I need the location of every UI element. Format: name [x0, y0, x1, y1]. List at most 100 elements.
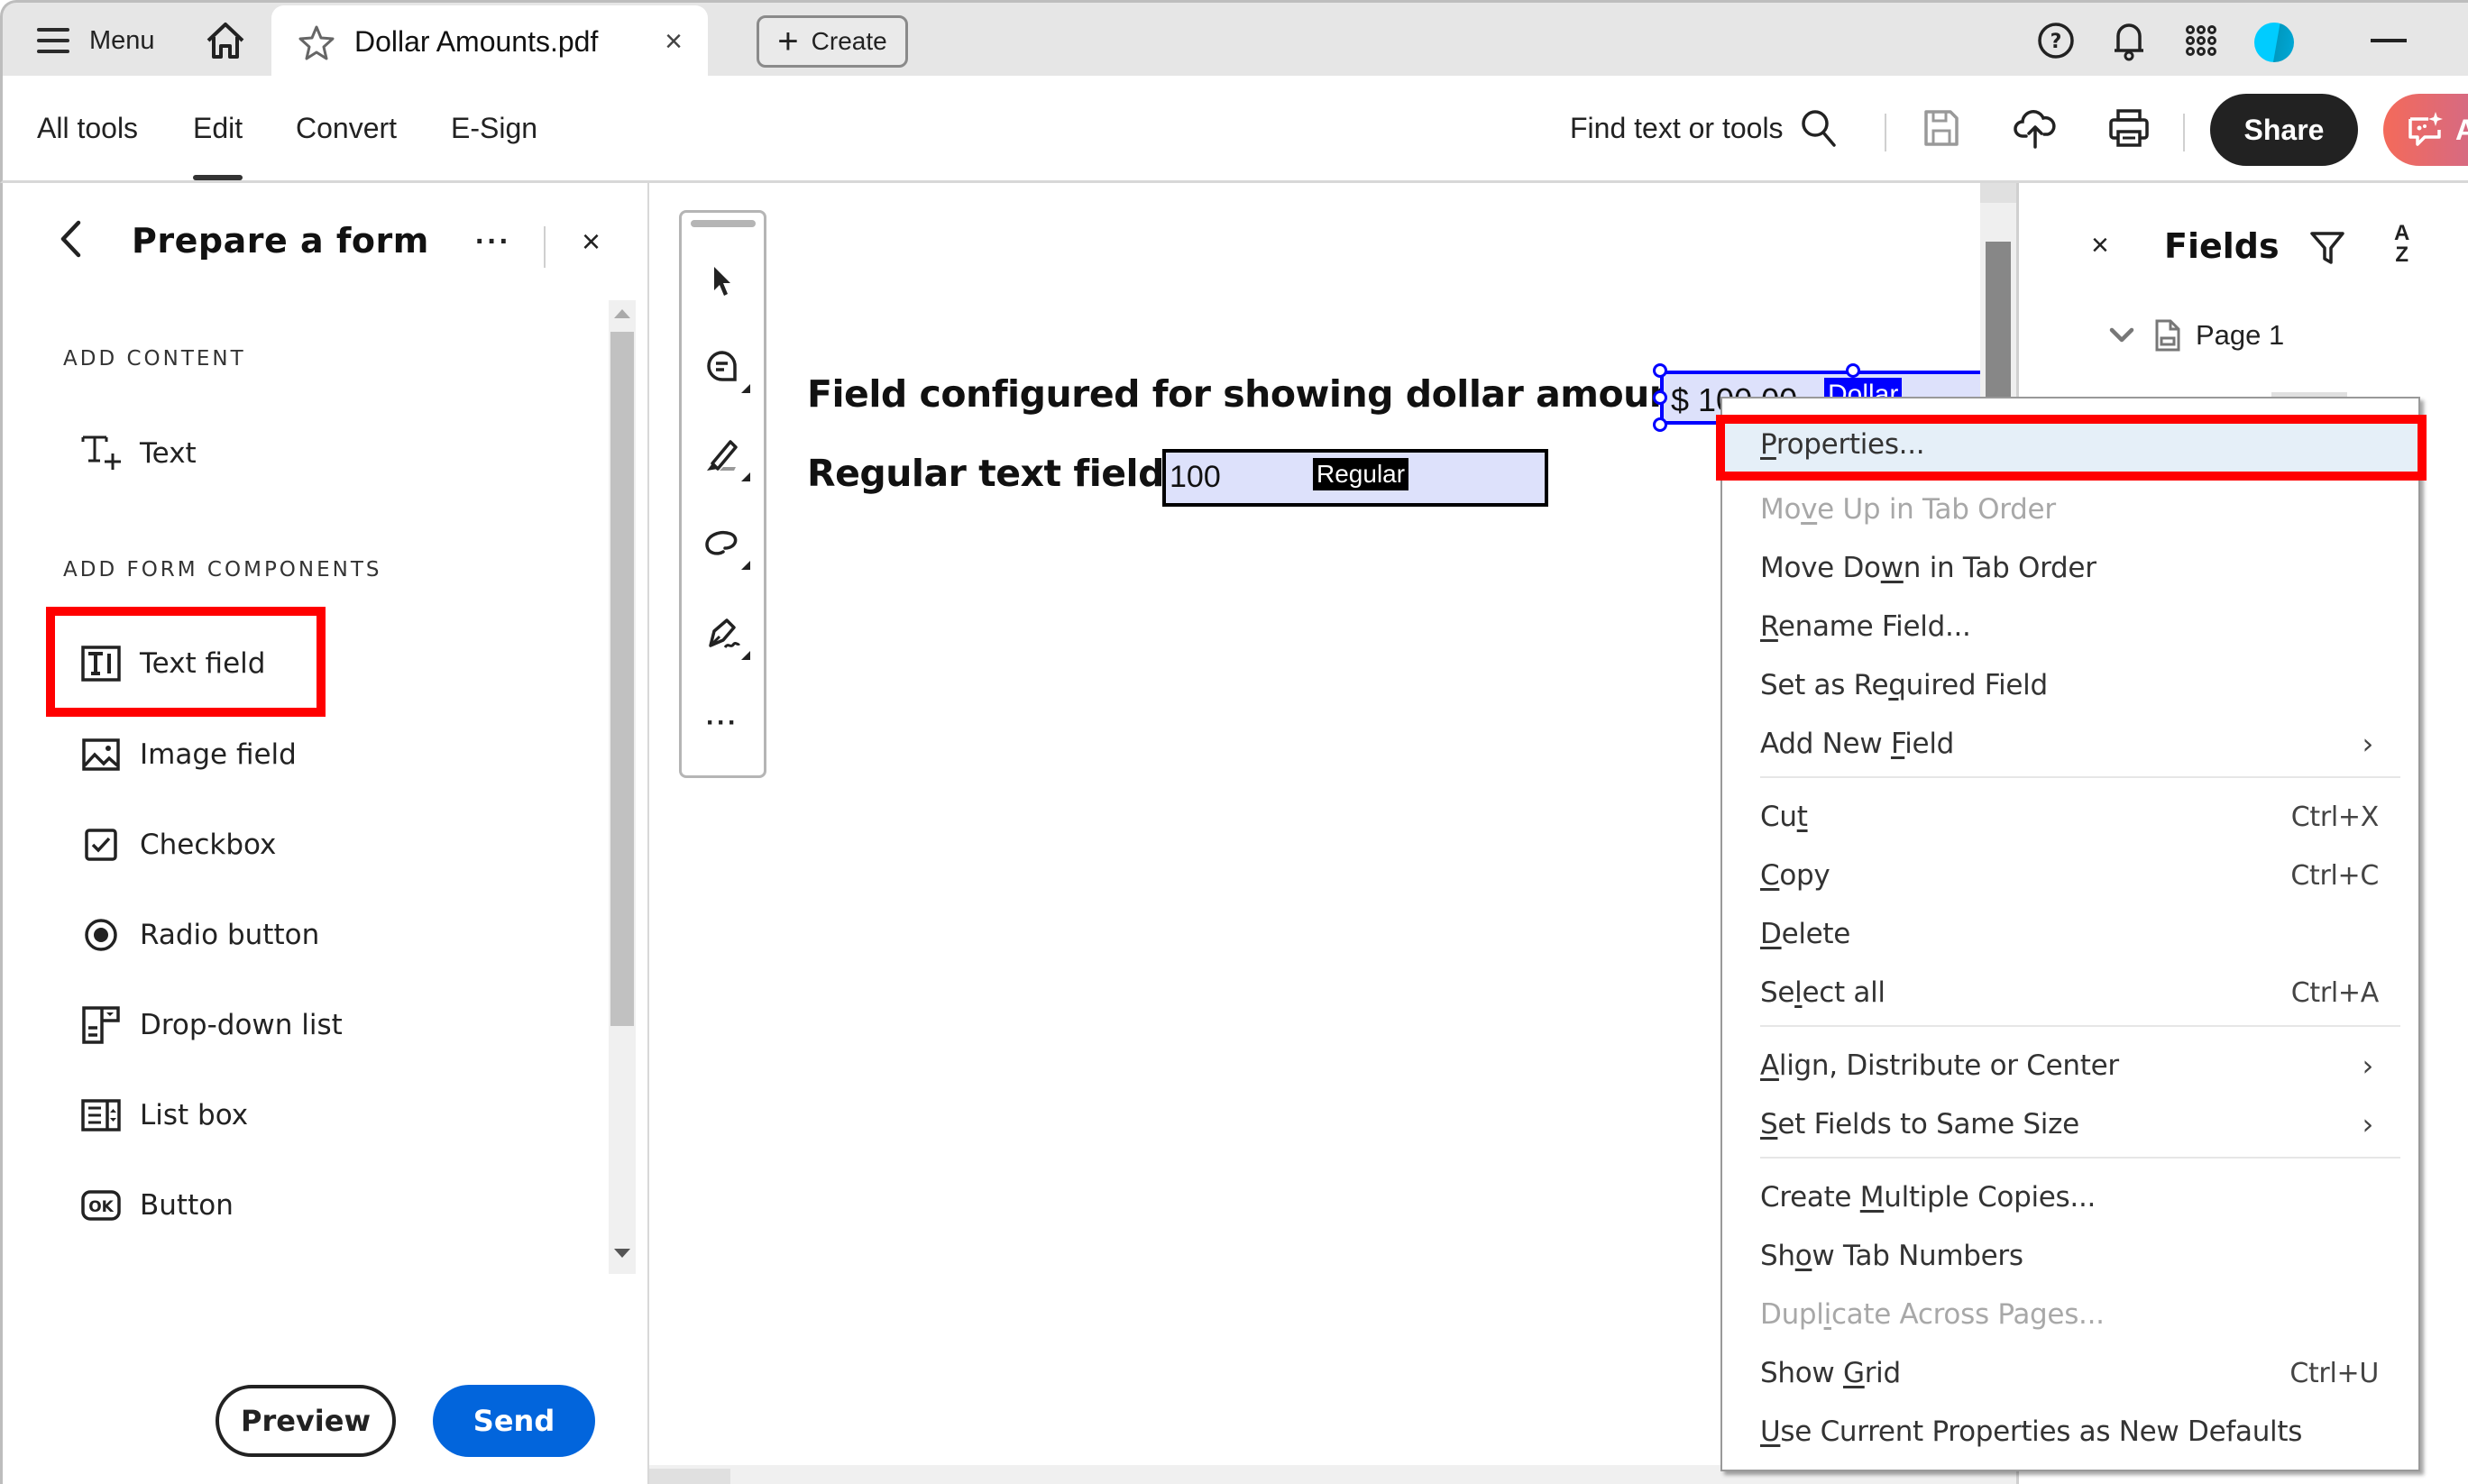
menu-item-show-grid[interactable]: Show Grid Ctrl+U	[1722, 1345, 2418, 1401]
comment-tool[interactable]	[694, 339, 750, 395]
resize-handle-top-center[interactable]	[1846, 363, 1860, 378]
home-button[interactable]	[205, 3, 246, 78]
highlight-box-text-field	[46, 607, 326, 717]
preview-button[interactable]: Preview	[216, 1385, 396, 1457]
print-button[interactable]	[2106, 105, 2152, 151]
tab-e-sign[interactable]: E-Sign	[451, 76, 537, 180]
scroll-up-arrow-icon[interactable]	[614, 309, 630, 318]
more-options-icon[interactable]: ···	[475, 224, 511, 260]
ok-button-icon: OK	[80, 1185, 122, 1226]
send-button[interactable]: Send	[433, 1385, 595, 1457]
sort-az-icon[interactable]: A Z	[2394, 223, 2409, 266]
menu-separator	[1760, 776, 2400, 778]
menu-item-use-current-properties-as-new-defaults[interactable]: Use Current Properties as New Defaults	[1722, 1404, 2418, 1460]
fields-tree-page-1[interactable]: Page 1	[2109, 318, 2284, 353]
chevron-down-icon[interactable]	[2109, 327, 2134, 344]
close-fields-panel-icon[interactable]: ×	[2091, 228, 2109, 263]
menu-item-copy[interactable]: Copy Ctrl+C	[1722, 847, 2418, 903]
menu-separator	[1760, 1025, 2400, 1027]
menu-item-create-multiple-copies[interactable]: Create Multiple Copies...	[1722, 1169, 2418, 1225]
regular-text-field[interactable]: 100 Regular	[1162, 449, 1548, 507]
regular-field-value: 100	[1170, 460, 1221, 494]
highlight-tool[interactable]	[694, 427, 750, 483]
tab-all-tools[interactable]: All tools	[37, 76, 138, 180]
quick-tools-bar: ···	[679, 210, 766, 778]
add-text-item[interactable]: Text	[80, 426, 197, 481]
filter-button[interactable]	[2309, 230, 2345, 270]
home-icon	[206, 23, 244, 59]
menu-item-label: Use Current Properties as New Defaults	[1760, 1415, 2303, 1448]
chevron-right-icon: ›	[2362, 1049, 2374, 1083]
help-button[interactable]: ?	[2034, 19, 2078, 62]
menu-button[interactable]: Menu	[37, 3, 155, 78]
save-button[interactable]	[1918, 105, 1965, 151]
radio-button-icon	[80, 914, 122, 956]
close-panel-icon[interactable]: ×	[582, 223, 601, 261]
menu-item-shortcut: Ctrl+A	[2290, 976, 2380, 1009]
ai-assistant-label: A	[2455, 113, 2468, 146]
image-field-icon	[80, 734, 122, 775]
menu-item-show-tab-numbers[interactable]: Show Tab Numbers	[1722, 1228, 2418, 1284]
back-button[interactable]	[59, 219, 82, 263]
chevron-left-icon	[60, 220, 81, 258]
panel-scrollbar-thumb[interactable]	[610, 332, 634, 1026]
menu-item-set-as-required-field[interactable]: Set as Required Field	[1722, 657, 2418, 713]
menu-item-move-up-in-tab-order[interactable]: Move Up in Tab Order	[1722, 481, 2418, 537]
hamburger-icon	[37, 28, 69, 53]
dropdown-list-item[interactable]: Drop-down list	[80, 998, 343, 1052]
document-tab[interactable]: Dollar Amounts.pdf ×	[271, 5, 708, 78]
menu-item-delete[interactable]: Delete	[1722, 906, 2418, 962]
radio-button-item[interactable]: Radio button	[80, 908, 319, 962]
submenu-indicator-icon	[741, 561, 750, 570]
resize-handle-top-left[interactable]	[1653, 363, 1667, 378]
more-icon[interactable]: ···	[694, 695, 750, 751]
sign-tool[interactable]	[694, 606, 750, 662]
menu-item-add-new-field[interactable]: Add New Field ›	[1722, 716, 2418, 772]
menu-item-shortcut: Ctrl+X	[2290, 801, 2380, 833]
notifications-button[interactable]	[2107, 19, 2151, 62]
resize-handle-middle-left[interactable]	[1653, 390, 1667, 405]
tab-convert[interactable]: Convert	[296, 76, 397, 180]
document-scrollbar-thumb[interactable]	[1986, 242, 2011, 422]
resize-handle-bottom-left[interactable]	[1653, 417, 1667, 432]
panel-header-divider	[544, 226, 546, 268]
menu-item-cut[interactable]: Cut Ctrl+X	[1722, 789, 2418, 845]
image-field-item[interactable]: Image field	[80, 728, 297, 782]
share-button[interactable]: Share	[2210, 94, 2358, 166]
button-label: Button	[140, 1189, 234, 1222]
menu-item-set-fields-to-same-size[interactable]: Set Fields to Same Size ›	[1722, 1096, 2418, 1152]
tab-edit[interactable]: Edit	[193, 76, 243, 180]
minimize-icon[interactable]	[2371, 39, 2407, 42]
checkbox-label: Checkbox	[140, 829, 277, 861]
regular-field-name-tag: Regular	[1313, 458, 1409, 490]
menu-item-move-down-in-tab-order[interactable]: Move Down in Tab Order	[1722, 540, 2418, 596]
scroll-up-button[interactable]	[1980, 183, 2016, 203]
select-tool[interactable]	[694, 253, 750, 309]
panel-title: Prepare a form	[132, 221, 429, 261]
upload-button[interactable]	[2012, 105, 2059, 151]
menu-item-duplicate-across-pages[interactable]: Duplicate Across Pages...	[1722, 1287, 2418, 1342]
close-tab-icon[interactable]: ×	[665, 24, 683, 60]
draw-tool[interactable]	[694, 516, 750, 572]
title-tab-bar: Menu Dollar Amounts.pdf × + Create ?	[0, 0, 2468, 78]
avatar[interactable]	[2254, 23, 2294, 62]
apps-button[interactable]	[2179, 19, 2223, 62]
find-text-or-tools[interactable]: Find text or tools	[1570, 76, 1838, 180]
document-hscroll-thumb[interactable]	[649, 1469, 730, 1484]
submenu-indicator-icon	[741, 651, 750, 660]
star-icon[interactable]	[298, 24, 335, 60]
page-1-label: Page 1	[2196, 319, 2285, 351]
scroll-down-arrow-icon[interactable]	[614, 1249, 630, 1258]
button-item[interactable]: OK Button	[80, 1178, 234, 1232]
menu-item-select-all[interactable]: Select all Ctrl+A	[1722, 965, 2418, 1021]
menu-item-align-distribute-or-center[interactable]: Align, Distribute or Center ›	[1722, 1038, 2418, 1094]
ai-assistant-button[interactable]: A	[2383, 94, 2468, 166]
list-box-item[interactable]: List box	[80, 1088, 248, 1142]
menu-item-label: Add New Field	[1760, 728, 1955, 760]
image-field-label: Image field	[140, 738, 297, 771]
drag-handle[interactable]	[691, 220, 756, 227]
create-button[interactable]: + Create	[757, 15, 908, 68]
find-label: Find text or tools	[1570, 111, 1784, 144]
menu-item-rename-field[interactable]: Rename Field...	[1722, 599, 2418, 655]
checkbox-item[interactable]: Checkbox	[80, 818, 276, 872]
